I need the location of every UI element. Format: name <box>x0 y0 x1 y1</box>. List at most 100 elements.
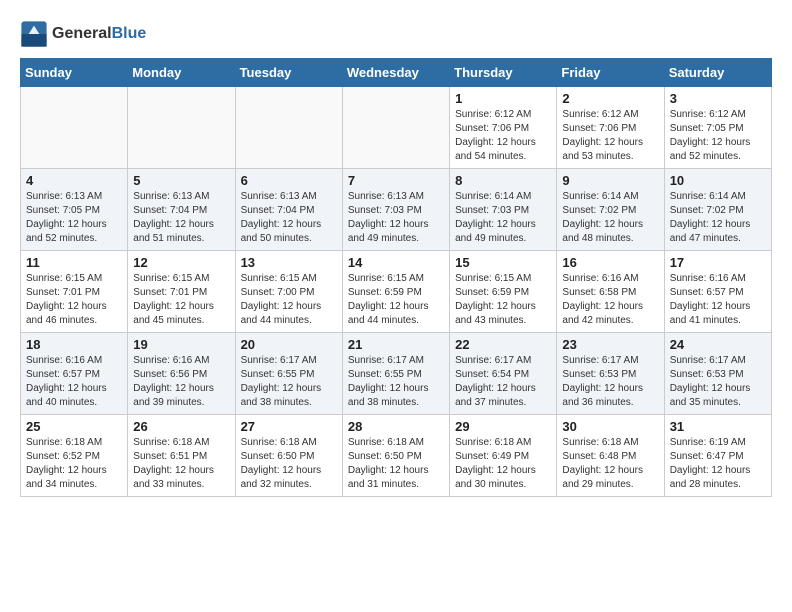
day-info: Sunrise: 6:18 AM Sunset: 6:49 PM Dayligh… <box>455 436 551 492</box>
page-header: GeneralBlue <box>20 20 772 48</box>
day-number: 14 <box>348 255 444 270</box>
calendar-cell: 17 Sunrise: 6:16 AM Sunset: 6:57 PM Dayli… <box>664 251 771 333</box>
day-info: Sunrise: 6:18 AM Sunset: 6:50 PM Dayligh… <box>348 436 444 492</box>
day-info: Sunrise: 6:14 AM Sunset: 7:03 PM Dayligh… <box>455 190 551 246</box>
day-info: Sunrise: 6:16 AM Sunset: 6:57 PM Dayligh… <box>670 272 766 328</box>
day-number: 2 <box>562 91 658 106</box>
logo: GeneralBlue <box>20 20 146 48</box>
calendar-cell: 19Sunrise: 6:16 AM Sunset: 6:56 PM Dayli… <box>128 333 235 415</box>
day-number: 8 <box>455 173 551 188</box>
day-info: Sunrise: 6:15 AM Sunset: 7:00 PM Dayligh… <box>241 272 337 328</box>
week-row-4: 18 Sunrise: 6:16 AM Sunset: 6:57 PM Dayli… <box>21 333 772 415</box>
calendar-cell: 9Sunrise: 6:14 AM Sunset: 7:02 PM Daylig… <box>557 169 664 251</box>
day-number: 28 <box>348 419 444 434</box>
calendar-cell <box>21 87 128 169</box>
calendar-cell: 8 Sunrise: 6:14 AM Sunset: 7:03 PM Daylig… <box>450 169 557 251</box>
day-number: 17 <box>670 255 766 270</box>
day-info: Sunrise: 6:18 AM Sunset: 6:52 PM Dayligh… <box>26 436 122 492</box>
logo-icon <box>20 20 48 48</box>
calendar-cell: 24 Sunrise: 6:17 AM Sunset: 6:53 PM Dayli… <box>664 333 771 415</box>
day-number: 29 <box>455 419 551 434</box>
calendar-table: SundayMondayTuesdayWednesdayThursdayFrid… <box>20 58 772 497</box>
day-number: 9 <box>562 173 658 188</box>
day-info: Sunrise: 6:15 AM Sunset: 6:59 PM Dayligh… <box>348 272 444 328</box>
day-info: Sunrise: 6:18 AM Sunset: 6:51 PM Dayligh… <box>133 436 229 492</box>
column-header-thursday: Thursday <box>450 59 557 87</box>
day-info: Sunrise: 6:16 AM Sunset: 6:57 PM Dayligh… <box>26 354 122 410</box>
calendar-cell: 7 Sunrise: 6:13 AM Sunset: 7:03 PM Daylig… <box>342 169 449 251</box>
calendar-cell: 4 Sunrise: 6:13 AM Sunset: 7:05 PM Daylig… <box>21 169 128 251</box>
calendar-cell: 20Sunrise: 6:17 AM Sunset: 6:55 PM Dayli… <box>235 333 342 415</box>
logo-text: GeneralBlue <box>52 25 146 43</box>
day-number: 1 <box>455 91 551 106</box>
calendar-cell: 1 Sunrise: 6:12 AM Sunset: 7:06 PM Daylig… <box>450 87 557 169</box>
day-number: 6 <box>241 173 337 188</box>
day-info: Sunrise: 6:15 AM Sunset: 6:59 PM Dayligh… <box>455 272 551 328</box>
column-header-wednesday: Wednesday <box>342 59 449 87</box>
day-info: Sunrise: 6:17 AM Sunset: 6:53 PM Dayligh… <box>670 354 766 410</box>
calendar-cell: 21 Sunrise: 6:17 AM Sunset: 6:55 PM Dayli… <box>342 333 449 415</box>
header-row: SundayMondayTuesdayWednesdayThursdayFrid… <box>21 59 772 87</box>
calendar-cell: 29 Sunrise: 6:18 AM Sunset: 6:49 PM Dayli… <box>450 415 557 497</box>
day-number: 24 <box>670 337 766 352</box>
calendar-cell <box>128 87 235 169</box>
calendar-cell: 23 Sunrise: 6:17 AM Sunset: 6:53 PM Dayli… <box>557 333 664 415</box>
calendar-cell: 11Sunrise: 6:15 AM Sunset: 7:01 PM Dayli… <box>21 251 128 333</box>
day-number: 19 <box>133 337 229 352</box>
day-info: Sunrise: 6:12 AM Sunset: 7:06 PM Dayligh… <box>562 108 658 164</box>
calendar-cell: 27 Sunrise: 6:18 AM Sunset: 6:50 PM Dayli… <box>235 415 342 497</box>
day-info: Sunrise: 6:16 AM Sunset: 6:58 PM Dayligh… <box>562 272 658 328</box>
day-number: 23 <box>562 337 658 352</box>
column-header-sunday: Sunday <box>21 59 128 87</box>
week-row-3: 11Sunrise: 6:15 AM Sunset: 7:01 PM Dayli… <box>21 251 772 333</box>
calendar-cell: 30Sunrise: 6:18 AM Sunset: 6:48 PM Dayli… <box>557 415 664 497</box>
day-number: 21 <box>348 337 444 352</box>
calendar-cell: 2 Sunrise: 6:12 AM Sunset: 7:06 PM Daylig… <box>557 87 664 169</box>
calendar-cell: 6 Sunrise: 6:13 AM Sunset: 7:04 PM Daylig… <box>235 169 342 251</box>
day-number: 27 <box>241 419 337 434</box>
day-info: Sunrise: 6:13 AM Sunset: 7:04 PM Dayligh… <box>241 190 337 246</box>
calendar-cell: 28 Sunrise: 6:18 AM Sunset: 6:50 PM Dayli… <box>342 415 449 497</box>
calendar-body: 1 Sunrise: 6:12 AM Sunset: 7:06 PM Daylig… <box>21 87 772 497</box>
day-info: Sunrise: 6:13 AM Sunset: 7:03 PM Dayligh… <box>348 190 444 246</box>
week-row-2: 4 Sunrise: 6:13 AM Sunset: 7:05 PM Daylig… <box>21 169 772 251</box>
calendar-cell: 10 Sunrise: 6:14 AM Sunset: 7:02 PM Dayli… <box>664 169 771 251</box>
day-number: 31 <box>670 419 766 434</box>
day-number: 7 <box>348 173 444 188</box>
day-number: 4 <box>26 173 122 188</box>
day-number: 5 <box>133 173 229 188</box>
calendar-cell <box>235 87 342 169</box>
day-info: Sunrise: 6:18 AM Sunset: 6:50 PM Dayligh… <box>241 436 337 492</box>
day-number: 12 <box>133 255 229 270</box>
day-number: 10 <box>670 173 766 188</box>
day-number: 18 <box>26 337 122 352</box>
day-info: Sunrise: 6:12 AM Sunset: 7:06 PM Dayligh… <box>455 108 551 164</box>
calendar-cell: 13 Sunrise: 6:15 AM Sunset: 7:00 PM Dayli… <box>235 251 342 333</box>
day-info: Sunrise: 6:14 AM Sunset: 7:02 PM Dayligh… <box>670 190 766 246</box>
calendar-cell: 14 Sunrise: 6:15 AM Sunset: 6:59 PM Dayli… <box>342 251 449 333</box>
day-number: 13 <box>241 255 337 270</box>
calendar-header: SundayMondayTuesdayWednesdayThursdayFrid… <box>21 59 772 87</box>
day-number: 26 <box>133 419 229 434</box>
day-number: 16 <box>562 255 658 270</box>
day-info: Sunrise: 6:15 AM Sunset: 7:01 PM Dayligh… <box>133 272 229 328</box>
day-info: Sunrise: 6:13 AM Sunset: 7:05 PM Dayligh… <box>26 190 122 246</box>
day-info: Sunrise: 6:15 AM Sunset: 7:01 PM Dayligh… <box>26 272 122 328</box>
day-number: 22 <box>455 337 551 352</box>
calendar-cell: 22 Sunrise: 6:17 AM Sunset: 6:54 PM Dayli… <box>450 333 557 415</box>
calendar-cell: 3Sunrise: 6:12 AM Sunset: 7:05 PM Daylig… <box>664 87 771 169</box>
calendar-cell <box>342 87 449 169</box>
day-number: 30 <box>562 419 658 434</box>
day-number: 3 <box>670 91 766 106</box>
day-number: 25 <box>26 419 122 434</box>
calendar-cell: 12 Sunrise: 6:15 AM Sunset: 7:01 PM Dayli… <box>128 251 235 333</box>
day-info: Sunrise: 6:19 AM Sunset: 6:47 PM Dayligh… <box>670 436 766 492</box>
week-row-5: 25 Sunrise: 6:18 AM Sunset: 6:52 PM Dayli… <box>21 415 772 497</box>
day-info: Sunrise: 6:17 AM Sunset: 6:54 PM Dayligh… <box>455 354 551 410</box>
day-info: Sunrise: 6:17 AM Sunset: 6:53 PM Dayligh… <box>562 354 658 410</box>
day-number: 20 <box>241 337 337 352</box>
calendar-cell: 16 Sunrise: 6:16 AM Sunset: 6:58 PM Dayli… <box>557 251 664 333</box>
calendar-cell: 31 Sunrise: 6:19 AM Sunset: 6:47 PM Dayli… <box>664 415 771 497</box>
column-header-monday: Monday <box>128 59 235 87</box>
day-info: Sunrise: 6:17 AM Sunset: 6:55 PM Dayligh… <box>348 354 444 410</box>
